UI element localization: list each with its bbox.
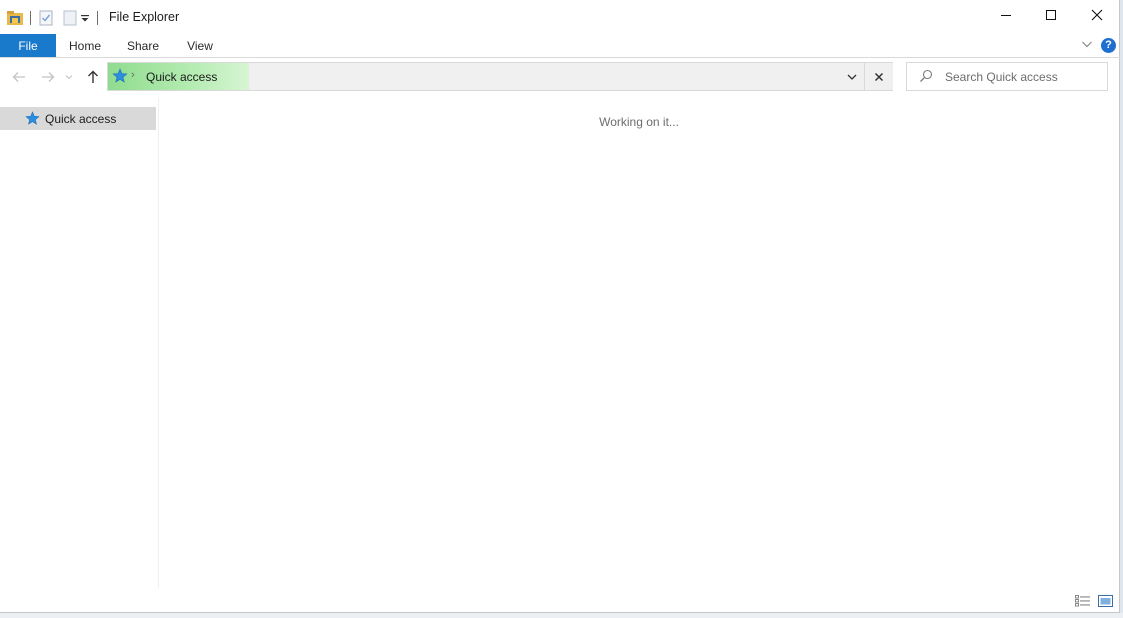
close-icon — [1091, 8, 1103, 26]
properties-checkbox-icon[interactable] — [37, 9, 55, 27]
ribbon-right-controls: ? — [1081, 36, 1116, 54]
toolbar-separator — [30, 11, 31, 25]
file-explorer-window: File Explorer File Home Share View ? › Q… — [0, 0, 1120, 613]
search-input[interactable] — [945, 67, 1101, 87]
minimize-button[interactable] — [983, 0, 1029, 34]
customize-toolbar-arrow-icon[interactable] — [79, 9, 91, 27]
quick-access-toolbar — [6, 8, 104, 28]
breadcrumb-quick-access[interactable]: Quick access — [146, 70, 217, 84]
blue-star-pin-icon — [25, 111, 40, 126]
close-button[interactable] — [1074, 0, 1120, 34]
title-bar: File Explorer — [0, 0, 1120, 34]
back-arrow-icon — [12, 72, 25, 82]
file-explorer-folder-icon[interactable] — [6, 9, 24, 27]
minimize-icon — [1000, 8, 1012, 26]
tab-share[interactable]: Share — [120, 34, 166, 57]
close-icon — [874, 72, 884, 81]
sidebar-item-quick-access[interactable]: Quick access — [0, 107, 156, 130]
desktop-edge — [0, 613, 1123, 618]
maximize-icon — [1045, 8, 1057, 26]
recent-locations-chevron-icon — [65, 75, 73, 80]
chevron-down-icon — [847, 74, 857, 80]
search-box[interactable] — [906, 62, 1108, 91]
tab-file[interactable]: File — [0, 34, 56, 57]
help-icon[interactable]: ? — [1101, 37, 1116, 53]
details-view-button[interactable] — [1075, 594, 1091, 608]
breadcrumb-separator[interactable]: › — [131, 69, 135, 81]
forward-arrow-icon — [42, 72, 55, 82]
toolbar-separator — [97, 11, 98, 25]
ribbon-tabs: File Home Share View ? — [0, 34, 1120, 58]
forward-button[interactable] — [37, 66, 59, 88]
large-icons-view-icon — [1097, 595, 1113, 607]
content-pane: Working on it... — [159, 98, 1119, 588]
window-title: File Explorer — [109, 10, 180, 24]
address-history-dropdown[interactable] — [840, 63, 864, 90]
loading-status: Working on it... — [599, 115, 679, 129]
chevron-down-icon — [1082, 41, 1092, 48]
tab-home[interactable]: Home — [62, 34, 108, 57]
expand-ribbon-button[interactable] — [1081, 36, 1093, 54]
magnifier-icon — [919, 69, 933, 88]
back-button[interactable] — [8, 66, 30, 88]
address-bar[interactable]: › Quick access — [107, 62, 893, 91]
details-view-icon — [1075, 595, 1090, 607]
up-arrow-icon — [88, 70, 98, 83]
up-button[interactable] — [82, 66, 104, 88]
tab-view[interactable]: View — [178, 34, 222, 57]
blue-star-pin-icon — [112, 68, 128, 89]
sidebar-item-label: Quick access — [45, 111, 117, 126]
recent-locations-button[interactable] — [62, 66, 76, 88]
maximize-button[interactable] — [1028, 0, 1074, 34]
new-folder-icon[interactable] — [61, 9, 79, 27]
navigation-pane: Quick access — [0, 98, 159, 588]
large-icons-view-button[interactable] — [1097, 594, 1113, 608]
stop-loading-button[interactable] — [864, 63, 893, 90]
